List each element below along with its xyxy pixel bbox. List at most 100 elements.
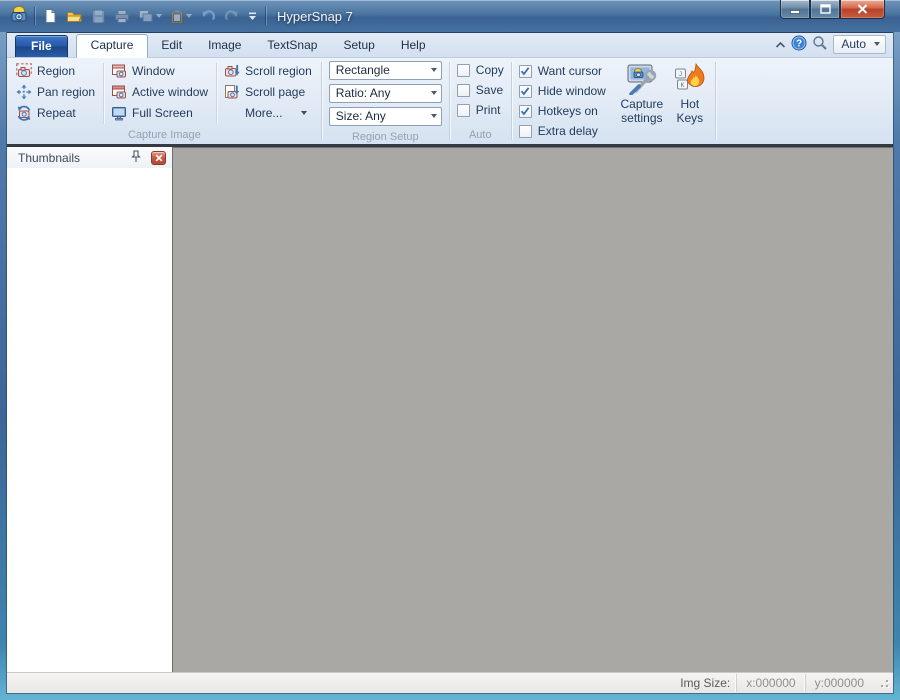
pan-region-icon — [16, 84, 32, 100]
save-checkbox[interactable]: Save — [453, 80, 507, 100]
hotkeys-on-checkbox[interactable]: Hotkeys on — [515, 101, 610, 121]
group-separator — [449, 62, 450, 140]
thumbnails-panel-title: Thumbnails — [18, 151, 127, 165]
chevron-down-icon — [431, 68, 437, 72]
quick-access-toolbar — [40, 6, 260, 26]
tab-row-right-controls: ? Auto — [775, 35, 886, 57]
region-button[interactable]: Region — [11, 60, 101, 81]
hot-keys-icon: J K — [674, 63, 706, 95]
tab-setup[interactable]: Setup — [330, 34, 387, 57]
scroll-page-button[interactable]: Scroll page — [219, 81, 318, 102]
capture-settings-icon — [625, 63, 659, 95]
capture-canvas[interactable] — [172, 147, 893, 672]
thumbnails-list[interactable] — [7, 168, 172, 672]
size-combo-value: Size: Any — [336, 109, 431, 123]
tab-textsnap[interactable]: TextSnap — [254, 34, 330, 57]
shape-combo[interactable]: Rectangle — [329, 61, 442, 80]
panel-close-icon[interactable] — [151, 151, 166, 165]
maximize-button[interactable] — [810, 0, 840, 19]
paste-dropdown-arrow-icon[interactable] — [186, 14, 192, 18]
open-folder-icon[interactable] — [63, 7, 86, 26]
capture-settings-button[interactable]: Capture settings — [616, 60, 668, 128]
svg-text:K: K — [680, 83, 684, 89]
scroll-page-icon — [224, 84, 240, 100]
zoom-level-combo[interactable]: Auto — [833, 35, 886, 54]
checkbox-box — [519, 65, 532, 78]
region-setup-group: Rectangle Ratio: Any Size: Any Region Se… — [323, 59, 448, 143]
scroll-region-icon — [224, 63, 240, 79]
redo-icon[interactable] — [221, 7, 243, 26]
capture-image-group-label: Capture Image — [11, 127, 318, 142]
zoom-search-icon[interactable] — [812, 35, 828, 54]
want-cursor-checkbox[interactable]: Want cursor — [515, 61, 610, 81]
group-separator — [715, 62, 716, 140]
tab-capture[interactable]: Capture — [76, 34, 149, 58]
active-window-icon — [111, 84, 127, 100]
auto-group-label: Auto — [453, 127, 508, 142]
window-button-label: Window — [132, 64, 175, 78]
close-button[interactable] — [840, 0, 885, 19]
print-icon[interactable] — [111, 7, 133, 26]
minimize-ribbon-icon[interactable] — [775, 38, 786, 52]
file-menu-button[interactable]: File — [15, 35, 68, 57]
tab-edit[interactable]: Edit — [148, 34, 195, 57]
copy-checkbox[interactable]: Copy — [453, 60, 508, 80]
checkbox-box — [457, 84, 470, 97]
svg-text:?: ? — [796, 39, 802, 50]
app-window: HyperSnap 7 File Capture Edit Image Text… — [0, 0, 900, 700]
ratio-combo-value: Ratio: Any — [336, 86, 431, 100]
print-checkbox[interactable]: Print — [453, 100, 505, 120]
svg-text:J: J — [679, 72, 682, 78]
capture-settings-label: Capture settings — [617, 97, 667, 125]
copy-dropdown-arrow-icon[interactable] — [156, 14, 162, 18]
repeat-button-label: Repeat — [37, 106, 76, 120]
paste-icon[interactable] — [167, 7, 195, 26]
pan-region-button[interactable]: Pan region — [11, 81, 101, 102]
full-screen-button[interactable]: Full Screen — [106, 102, 214, 123]
extra-delay-checkbox[interactable]: Extra delay — [515, 121, 610, 141]
tab-help[interactable]: Help — [388, 34, 439, 57]
active-window-button-label: Active window — [132, 85, 208, 99]
resize-grip[interactable] — [877, 675, 891, 691]
scroll-region-button[interactable]: Scroll region — [219, 60, 318, 81]
checkbox-box — [519, 105, 532, 118]
titlebar-separator — [34, 7, 35, 25]
active-window-button[interactable]: Active window — [106, 81, 214, 102]
size-combo[interactable]: Size: Any — [329, 107, 442, 126]
window-title: HyperSnap 7 — [277, 9, 353, 24]
save-checkbox-label: Save — [476, 83, 503, 97]
customize-toolbar-icon[interactable] — [245, 9, 260, 23]
group-separator — [321, 62, 322, 140]
column-separator — [103, 63, 104, 124]
new-document-icon[interactable] — [40, 6, 61, 26]
more-captures-button[interactable]: More... — [219, 102, 318, 123]
cursor-x-value: x:000000 — [736, 674, 804, 692]
window-button[interactable]: Window — [106, 60, 214, 81]
hot-keys-button[interactable]: J K Hot Keys — [668, 60, 712, 128]
help-icon[interactable]: ? — [791, 35, 807, 54]
img-size-label: Img Size: — [674, 676, 736, 690]
hide-window-checkbox-label: Hide window — [538, 84, 606, 98]
chevron-down-icon — [874, 42, 880, 46]
group-separator — [511, 62, 512, 140]
chevron-down-icon — [431, 91, 437, 95]
repeat-button[interactable]: Repeat — [11, 102, 101, 123]
thumbnails-panel-header: Thumbnails — [7, 147, 172, 168]
window-controls — [780, 0, 885, 19]
repeat-icon — [16, 105, 32, 121]
undo-icon[interactable] — [197, 7, 219, 26]
save-icon[interactable] — [88, 7, 109, 26]
minimize-button[interactable] — [780, 0, 810, 19]
cursor-y-value: y:000000 — [805, 674, 873, 692]
copy-icon[interactable] — [135, 7, 165, 25]
pin-icon[interactable] — [127, 148, 145, 168]
hide-window-checkbox[interactable]: Hide window — [515, 81, 610, 101]
ribbon-tab-row: File Capture Edit Image TextSnap Setup H… — [7, 32, 893, 58]
chevron-down-icon — [301, 111, 307, 115]
tab-image[interactable]: Image — [195, 34, 254, 57]
scroll-page-button-label: Scroll page — [245, 85, 305, 99]
app-logo-icon[interactable] — [9, 5, 29, 27]
ratio-combo[interactable]: Ratio: Any — [329, 84, 442, 103]
scroll-region-button-label: Scroll region — [245, 64, 312, 78]
thumbnails-panel: Thumbnails — [7, 147, 172, 672]
